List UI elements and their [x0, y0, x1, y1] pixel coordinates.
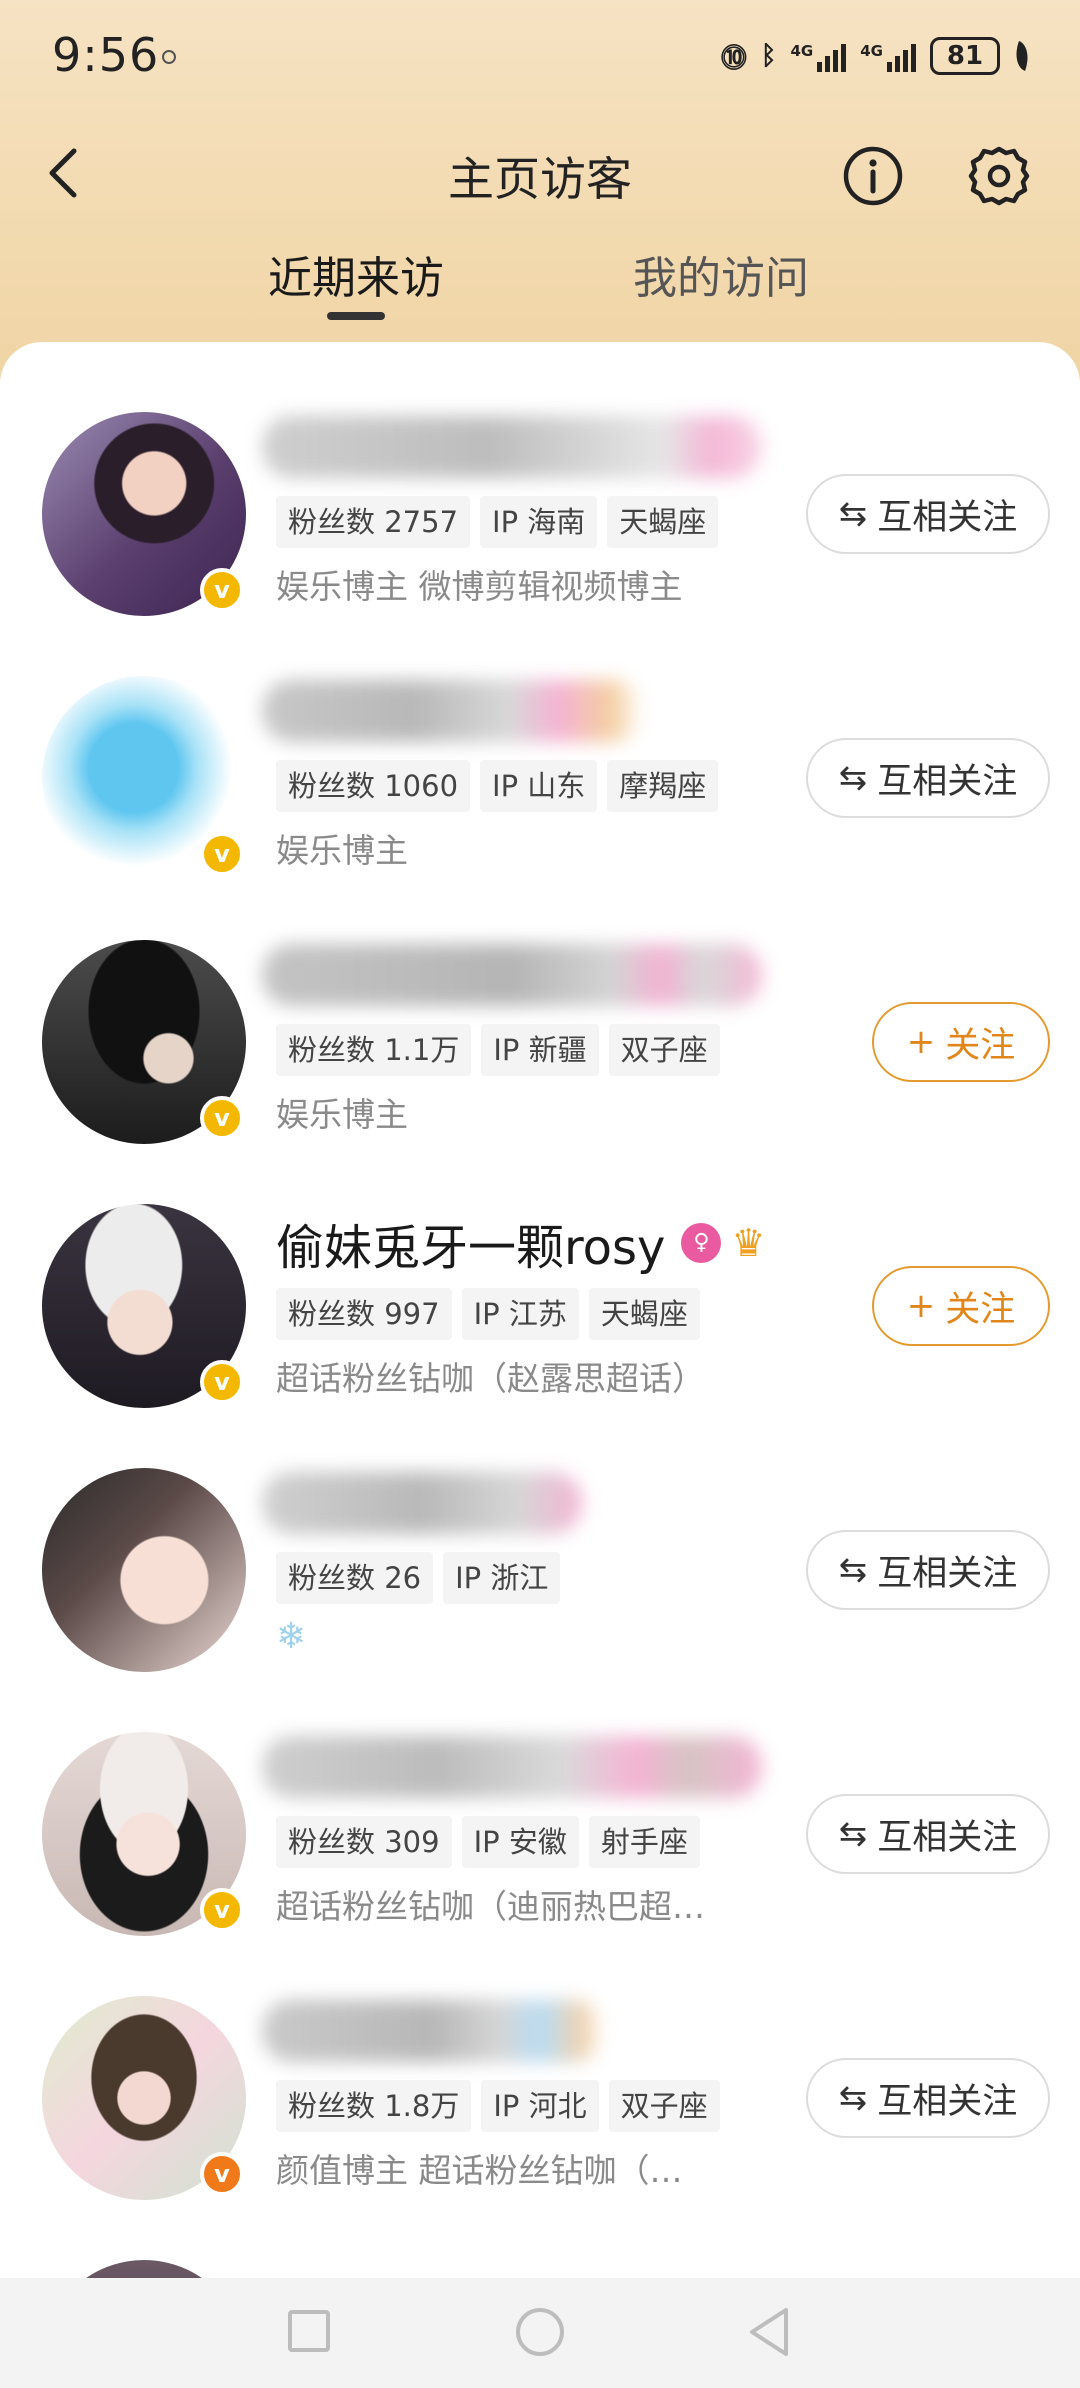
- recent-apps-icon[interactable]: [288, 2310, 330, 2352]
- fans-count-tag: 粉丝数 2757: [276, 496, 471, 548]
- user-description: 娱乐博主: [276, 1095, 408, 1134]
- tab-my-visits[interactable]: 我的访问: [633, 242, 809, 306]
- plus-icon: +: [906, 1286, 936, 1326]
- mutual-arrows-icon: ⇆: [838, 758, 868, 798]
- gear-icon: [968, 146, 1030, 206]
- ip-location-tag: IP 江苏: [461, 1288, 579, 1340]
- username-blurred: [262, 944, 762, 1006]
- status-time: 9:56: [52, 28, 160, 82]
- fans-count-tag: 粉丝数 1.1万: [276, 1024, 472, 1076]
- mutual-arrows-icon: ⇆: [838, 2078, 868, 2118]
- ip-location-tag: IP 浙江: [443, 1552, 561, 1604]
- list-item[interactable]: v 偷妹兎牙一颗rosy ♀ ♛ 粉丝数 997 IP 江苏 天蝎座 超话粉丝钻…: [0, 1134, 1080, 1408]
- settings-button[interactable]: [966, 143, 1032, 209]
- zodiac-tag: 双子座: [608, 1024, 720, 1076]
- mutual-arrows-icon: ⇆: [838, 494, 868, 534]
- username[interactable]: 偷妹兎牙一颗rosy ♀ ♛: [276, 1208, 766, 1278]
- data-saver-icon: ⓾: [720, 43, 747, 74]
- tab-bar: 近期来访 我的访问: [0, 230, 1080, 320]
- mutual-follow-button[interactable]: ⇆ 互相关注: [806, 1530, 1050, 1610]
- tag-list: 粉丝数 2757 IP 海南 天蝎座: [276, 496, 719, 548]
- list-item[interactable]: 粉丝数 26 IP 浙江 ❄ ⇆ 互相关注: [0, 1398, 1080, 1672]
- notification-dot-icon: [162, 50, 176, 64]
- zodiac-tag: 天蝎座: [588, 1288, 700, 1340]
- avatar[interactable]: [42, 1468, 246, 1672]
- battery-icon: 81: [930, 37, 1000, 75]
- username-blurred: [262, 680, 642, 742]
- fans-count-tag: 粉丝数 997: [276, 1288, 452, 1340]
- mutual-follow-button[interactable]: ⇆ 互相关注: [806, 2058, 1050, 2138]
- visitor-list: v 粉丝数 2757 IP 海南 天蝎座 娱乐博主 微博剪辑视频博主 ⇆ 互相关…: [0, 342, 1080, 2388]
- ip-location-tag: IP 山东: [480, 760, 598, 812]
- username-blurred: [262, 1472, 582, 1534]
- user-description: 颜值博主 超话粉丝钻咖（…: [276, 2151, 683, 2190]
- system-nav-bar: [0, 2278, 1080, 2388]
- mutual-arrows-icon: ⇆: [838, 1550, 868, 1590]
- username-blurred: [262, 2000, 602, 2062]
- fans-count-tag: 粉丝数 1060: [276, 760, 471, 812]
- info-button[interactable]: [842, 145, 904, 207]
- female-badge-icon: ♀: [681, 1223, 722, 1263]
- fans-count-tag: 粉丝数 1.8万: [276, 2080, 472, 2132]
- signal-icon: 4G: [791, 40, 847, 72]
- tag-list: 粉丝数 997 IP 江苏 天蝎座: [276, 1288, 700, 1340]
- user-description: 娱乐博主 微博剪辑视频博主: [276, 567, 683, 606]
- mutual-arrows-icon: ⇆: [838, 1814, 868, 1854]
- page-title: 主页访客: [448, 152, 632, 206]
- username-blurred: [262, 416, 762, 478]
- ip-location-tag: IP 安徽: [461, 1816, 579, 1868]
- follow-button[interactable]: + 关注: [872, 1002, 1050, 1082]
- tag-list: 粉丝数 309 IP 安徽 射手座: [276, 1816, 700, 1868]
- power-saving-leaf-icon: [1010, 41, 1034, 71]
- tag-list: 粉丝数 1.8万 IP 河北 双子座: [276, 2080, 720, 2132]
- list-item[interactable]: v 粉丝数 1060 IP 山东 摩羯座 娱乐博主 ⇆ 互相关注: [0, 606, 1080, 880]
- mutual-follow-button[interactable]: ⇆ 互相关注: [806, 474, 1050, 554]
- back-triangle-icon[interactable]: [746, 2306, 792, 2358]
- tab-recent-visits[interactable]: 近期来访: [268, 242, 444, 306]
- zodiac-tag: 天蝎座: [607, 496, 719, 548]
- home-icon[interactable]: [516, 2308, 564, 2356]
- zodiac-tag: 双子座: [608, 2080, 720, 2132]
- follow-button[interactable]: + 关注: [872, 1266, 1050, 1346]
- snowflake-icon: ❄: [276, 1616, 307, 1657]
- tag-list: 粉丝数 1.1万 IP 新疆 双子座: [276, 1024, 720, 1076]
- list-item[interactable]: v 粉丝数 309 IP 安徽 射手座 超话粉丝钻咖（迪丽热巴超… ⇆ 互相关注: [0, 1662, 1080, 1936]
- signal-icon-2: 4G: [860, 40, 916, 72]
- tag-list: 粉丝数 1060 IP 山东 摩羯座: [276, 760, 719, 812]
- fans-count-tag: 粉丝数 309: [276, 1816, 452, 1868]
- plus-icon: +: [906, 1022, 936, 1062]
- list-item[interactable]: v 粉丝数 2757 IP 海南 天蝎座 娱乐博主 微博剪辑视频博主 ⇆ 互相关…: [0, 342, 1080, 616]
- info-icon: [843, 146, 903, 206]
- status-bar: 9:56 ⓾ ᛒ 4G 4G 81: [0, 0, 1080, 115]
- ip-location-tag: IP 海南: [480, 496, 598, 548]
- fans-count-tag: 粉丝数 26: [276, 1552, 434, 1604]
- tag-list: 粉丝数 26 IP 浙江: [276, 1552, 561, 1604]
- user-description: 娱乐博主: [276, 831, 408, 870]
- tab-active-indicator: [327, 312, 385, 320]
- crown-badge-icon: ♛: [731, 1221, 766, 1265]
- user-description: 超话粉丝钻咖（迪丽热巴超…: [276, 1887, 705, 1926]
- mutual-follow-button[interactable]: ⇆ 互相关注: [806, 1794, 1050, 1874]
- app-header: 主页访客: [0, 115, 1080, 230]
- list-item[interactable]: v 粉丝数 1.1万 IP 新疆 双子座 娱乐博主 + 关注: [0, 870, 1080, 1144]
- ip-location-tag: IP 新疆: [481, 1024, 599, 1076]
- user-description: 超话粉丝钻咖（赵露思超话）: [276, 1359, 705, 1398]
- list-item[interactable]: v 粉丝数 1.8万 IP 河北 双子座 颜值博主 超话粉丝钻咖（… ⇆ 互相关…: [0, 1926, 1080, 2200]
- zodiac-tag: 射手座: [588, 1816, 700, 1868]
- bluetooth-icon: ᛒ: [760, 41, 777, 71]
- ip-location-tag: IP 河北: [481, 2080, 599, 2132]
- zodiac-tag: 摩羯座: [607, 760, 719, 812]
- status-icons: ⓾ ᛒ 4G 4G 81: [720, 34, 1034, 78]
- username-blurred: [262, 1736, 762, 1798]
- mutual-follow-button[interactable]: ⇆ 互相关注: [806, 738, 1050, 818]
